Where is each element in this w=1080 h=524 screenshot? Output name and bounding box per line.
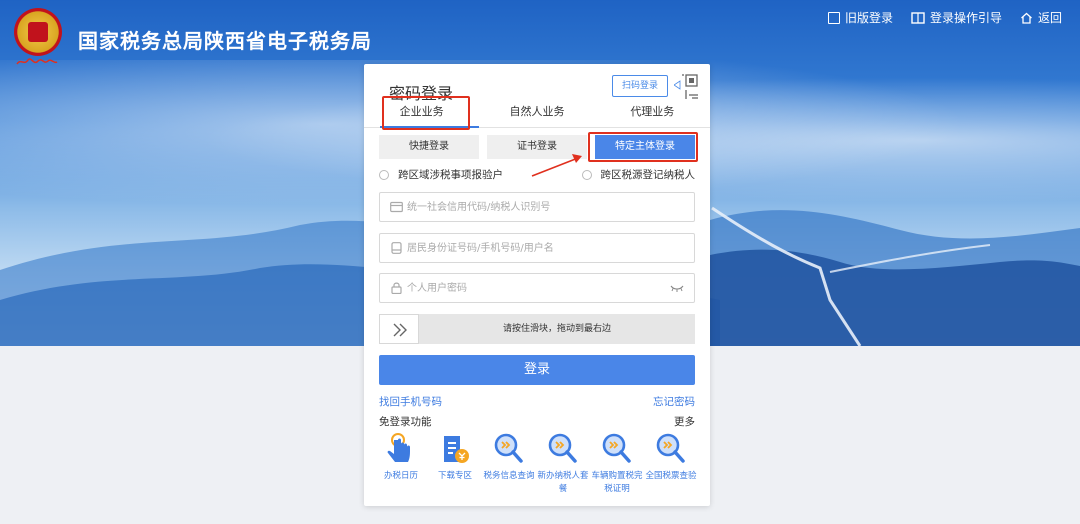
func-national-tax-invoice-check[interactable]: 全国税票查验 bbox=[644, 430, 698, 496]
tab-individual[interactable]: 自然人业务 bbox=[479, 98, 594, 127]
func-new-taxpayer-package[interactable]: 新办纳税人套餐 bbox=[536, 430, 590, 496]
scan-login-label: 扫码登录 bbox=[612, 75, 668, 97]
func-label: 税务信息查询 bbox=[483, 471, 535, 481]
id-field bbox=[379, 233, 695, 263]
old-login-icon bbox=[827, 11, 840, 24]
tax-emblem-logo bbox=[14, 8, 62, 56]
func-label: 全国税票查验 bbox=[645, 471, 697, 481]
radio-circle-icon bbox=[379, 169, 389, 180]
retrieve-phone-link[interactable]: 找回手机号码 bbox=[379, 394, 442, 409]
password-input[interactable] bbox=[407, 278, 657, 298]
search-icon bbox=[656, 433, 685, 463]
guide-book-icon bbox=[911, 11, 925, 24]
radio-label: 跨区税源登记纳税人 bbox=[600, 169, 696, 181]
top-navigation: 旧版登录 登录操作引导 返回 bbox=[827, 9, 1062, 26]
hand-tap-icon bbox=[387, 433, 410, 462]
search-icon bbox=[602, 433, 631, 463]
login-card: 密码登录 扫码登录 企业业务 自然人业务 代理业务 快捷登录 证书登录 特定主体… bbox=[364, 64, 710, 506]
free-login-functions: 办税日历 下载专区 税务信息查询 新办纳税人套餐 车辆购置税完税证明 全国税票查… bbox=[374, 430, 700, 496]
func-label: 下载专区 bbox=[437, 471, 472, 481]
func-label: 新办纳税人套餐 bbox=[537, 471, 589, 494]
taxpayer-type-radios: 跨区域涉税事项报验户 跨区税源登记纳税人 bbox=[379, 167, 695, 182]
radio-cross-region-registered[interactable]: 跨区税源登记纳税人 bbox=[581, 167, 696, 182]
site-title: 国家税务总局陕西省电子税务局 bbox=[78, 29, 372, 53]
login-guide-link[interactable]: 登录操作引导 bbox=[911, 9, 1002, 26]
home-icon bbox=[1021, 12, 1032, 24]
radio-label: 跨区域涉税事项报验户 bbox=[398, 169, 503, 181]
func-vehicle-purchase-tax-certificate[interactable]: 车辆购置税完税证明 bbox=[590, 430, 644, 496]
qr-code-icon bbox=[674, 74, 698, 99]
search-icon bbox=[548, 433, 577, 463]
download-document-icon bbox=[444, 436, 469, 463]
quick-login-button[interactable]: 快捷登录 bbox=[379, 135, 479, 159]
func-tax-info-query[interactable]: 税务信息查询 bbox=[482, 430, 536, 496]
slider-handle[interactable] bbox=[379, 314, 419, 344]
login-guide-label: 登录操作引导 bbox=[929, 11, 1002, 25]
id-input[interactable] bbox=[407, 238, 657, 258]
credit-code-input[interactable] bbox=[407, 197, 657, 217]
search-icon bbox=[494, 433, 523, 463]
radio-circle-icon bbox=[581, 169, 592, 180]
back-link[interactable]: 返回 bbox=[1020, 9, 1062, 26]
radio-cross-region-inspection[interactable]: 跨区域涉税事项报验户 bbox=[379, 167, 503, 182]
credit-code-field bbox=[379, 192, 695, 222]
func-download-zone[interactable]: 下载专区 bbox=[428, 430, 482, 496]
recovery-links: 找回手机号码 忘记密码 bbox=[379, 394, 695, 409]
more-link[interactable]: 更多 bbox=[674, 414, 695, 429]
back-label: 返回 bbox=[1037, 11, 1062, 25]
free-login-header: 免登录功能 更多 bbox=[379, 414, 695, 429]
submit-login-button[interactable]: 登录 bbox=[379, 355, 695, 385]
phone-icon bbox=[391, 242, 402, 254]
func-label: 车辆购置税完税证明 bbox=[591, 471, 643, 494]
free-login-title: 免登录功能 bbox=[379, 416, 432, 428]
lock-icon bbox=[391, 282, 402, 294]
id-card-icon bbox=[390, 201, 403, 213]
highlight-box-specific-entity bbox=[588, 132, 698, 162]
double-chevron-right-icon bbox=[393, 323, 407, 337]
old-login-link[interactable]: 旧版登录 bbox=[827, 9, 893, 26]
func-label: 办税日历 bbox=[383, 471, 418, 481]
slide-verification: 请按住滑块，拖动到最右边 bbox=[379, 314, 695, 344]
password-field bbox=[379, 273, 695, 303]
scan-login-button[interactable]: 扫码登录 bbox=[612, 74, 698, 99]
signature-logo bbox=[16, 58, 58, 65]
forgot-password-link[interactable]: 忘记密码 bbox=[653, 394, 695, 409]
tab-agent[interactable]: 代理业务 bbox=[595, 98, 710, 127]
eye-closed-icon[interactable] bbox=[670, 284, 684, 292]
highlight-box-enterprise-tab bbox=[382, 96, 470, 130]
func-tax-calendar[interactable]: 办税日历 bbox=[374, 430, 428, 496]
slider-hint: 请按住滑块，拖动到最右边 bbox=[502, 324, 611, 334]
old-login-label: 旧版登录 bbox=[844, 11, 893, 25]
